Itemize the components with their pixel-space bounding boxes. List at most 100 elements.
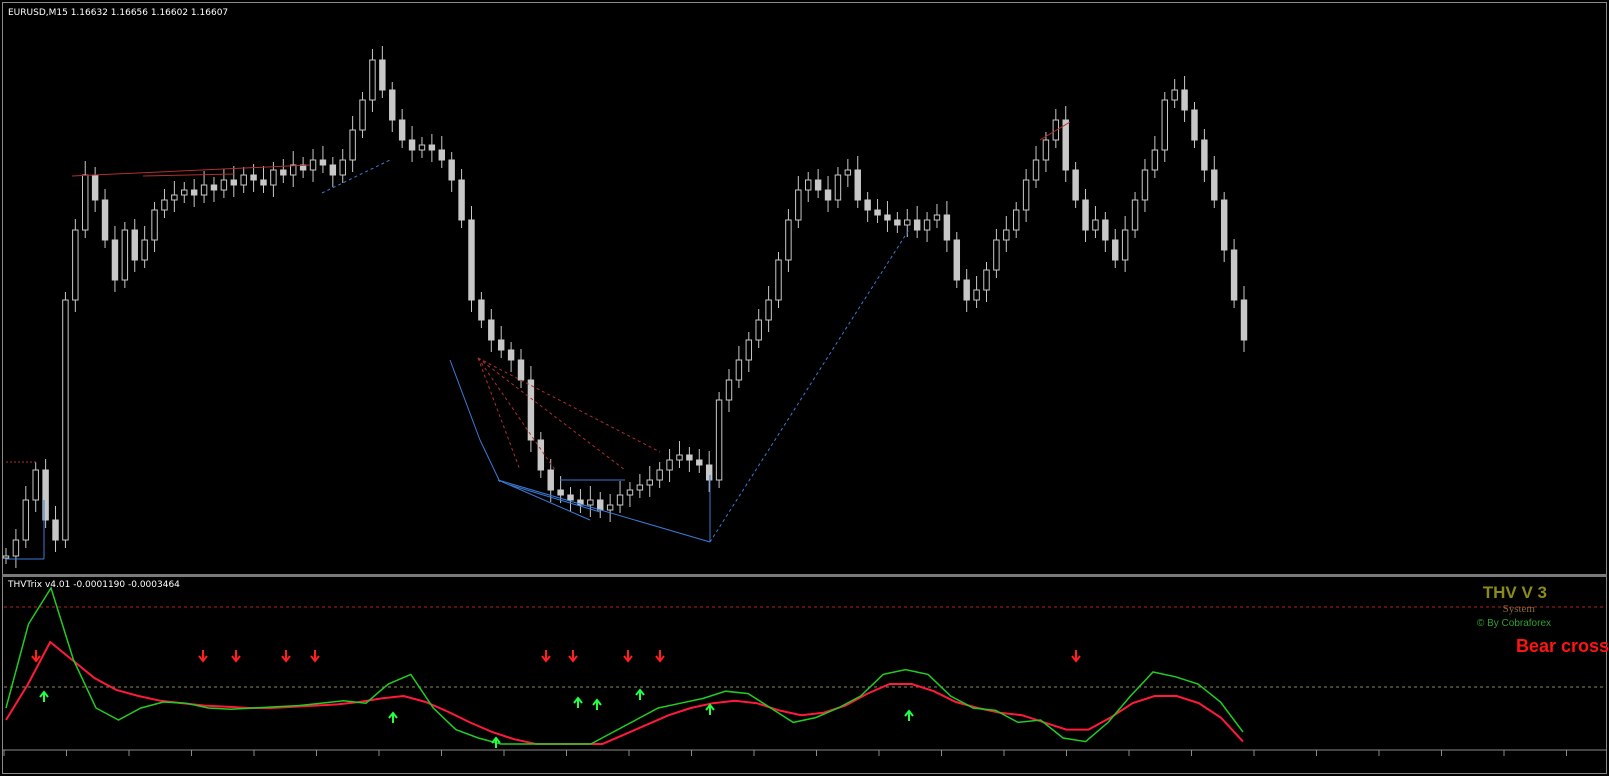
candle-body [636, 484, 644, 491]
candle-body [904, 219, 911, 226]
thv-author-label: © By Cobraforex [1476, 618, 1551, 629]
candle-body [210, 184, 218, 191]
candle-body [329, 164, 337, 176]
candle-body [834, 174, 842, 201]
candle-body [824, 189, 832, 201]
candle-body [1191, 109, 1198, 141]
candle-body [22, 499, 30, 541]
candle-body [260, 179, 267, 186]
candle-body [517, 359, 525, 381]
candle-body [141, 239, 148, 261]
candle-body [1211, 169, 1218, 201]
candle-body [82, 174, 89, 231]
thv-system-label: System [1502, 603, 1535, 615]
candle-body [1062, 119, 1069, 171]
candle-body [1072, 169, 1079, 201]
candle-body [527, 379, 535, 441]
candle-body [785, 219, 792, 261]
candle-body [606, 504, 614, 511]
signal-label: Bear cross [1515, 636, 1609, 656]
candle-body [1112, 239, 1119, 261]
candle-body [309, 159, 317, 171]
candle-body [32, 469, 39, 501]
candle-body [230, 179, 238, 186]
candle-body [190, 189, 198, 196]
candle-body [181, 189, 188, 196]
candle-body [250, 174, 257, 181]
candle-body [1032, 159, 1040, 181]
candle-body [200, 184, 208, 196]
candle-body [1201, 139, 1208, 171]
trendline [479, 439, 501, 483]
candle-body [656, 469, 663, 481]
candle-body [458, 179, 465, 221]
candle-body [696, 459, 703, 466]
candle-body [1161, 99, 1168, 151]
candle-body [705, 464, 713, 481]
candle-body [1003, 229, 1010, 241]
candle-body [943, 214, 951, 241]
candle-body [438, 149, 445, 161]
candle-body [884, 214, 891, 221]
candle-body [1151, 149, 1159, 171]
candle-body [1230, 249, 1238, 301]
candle-body [626, 489, 634, 496]
candle-body [1240, 299, 1248, 341]
candle-body [616, 494, 624, 506]
candle-body [933, 214, 941, 221]
candle-body [91, 174, 99, 201]
candle-body [953, 239, 961, 281]
candle-body [587, 499, 594, 506]
candle-body [844, 169, 852, 176]
candle-body [289, 164, 297, 176]
trendline [142, 173, 236, 177]
candle-body [240, 174, 247, 186]
candle-body [161, 199, 168, 211]
candle-body [993, 239, 1000, 271]
candle-body [1022, 179, 1030, 211]
candle-body [1131, 199, 1139, 231]
candle-body [1171, 89, 1178, 101]
candle-body [1042, 139, 1050, 161]
candle-body [666, 459, 673, 471]
candle-body [339, 159, 346, 176]
candle-body [537, 439, 545, 471]
candle-body [151, 209, 158, 241]
candle-body [686, 454, 693, 461]
candle-body [597, 499, 604, 511]
candle-body [1082, 199, 1089, 231]
candle-body [72, 229, 79, 301]
candle-body [62, 299, 69, 541]
candle-body [725, 379, 733, 401]
candle-body [755, 319, 762, 341]
price-chart-canvas[interactable] [0, 0, 1609, 776]
trendline [449, 359, 481, 441]
candle-body [923, 219, 931, 231]
candle-body [1141, 169, 1149, 201]
indicator-label: THVTrix v4.01 -0.0001190 -0.0003464 [8, 580, 180, 590]
candle-body [894, 219, 901, 226]
candle-body [220, 179, 228, 191]
candle-body [111, 239, 119, 281]
trendline [477, 357, 661, 453]
candle-body [379, 59, 386, 91]
candle-body [507, 349, 515, 361]
candle-body [2, 555, 10, 559]
candle-body [864, 199, 871, 211]
trendline [477, 357, 556, 471]
candle-body [408, 139, 416, 151]
candle-body [795, 189, 802, 221]
candle-body [1181, 89, 1188, 111]
pane-separator[interactable] [2, 574, 1607, 577]
candle-body [983, 269, 990, 291]
thv-title: THV V 3 [1482, 583, 1547, 602]
candle-body [121, 229, 129, 281]
candle-body [478, 299, 485, 321]
candle-body [418, 144, 426, 151]
candle-body [814, 179, 822, 191]
candle-body [1121, 229, 1129, 261]
trendline [509, 484, 601, 513]
candle-body [765, 299, 772, 321]
candle-body [398, 119, 406, 141]
candle-body [874, 209, 881, 216]
